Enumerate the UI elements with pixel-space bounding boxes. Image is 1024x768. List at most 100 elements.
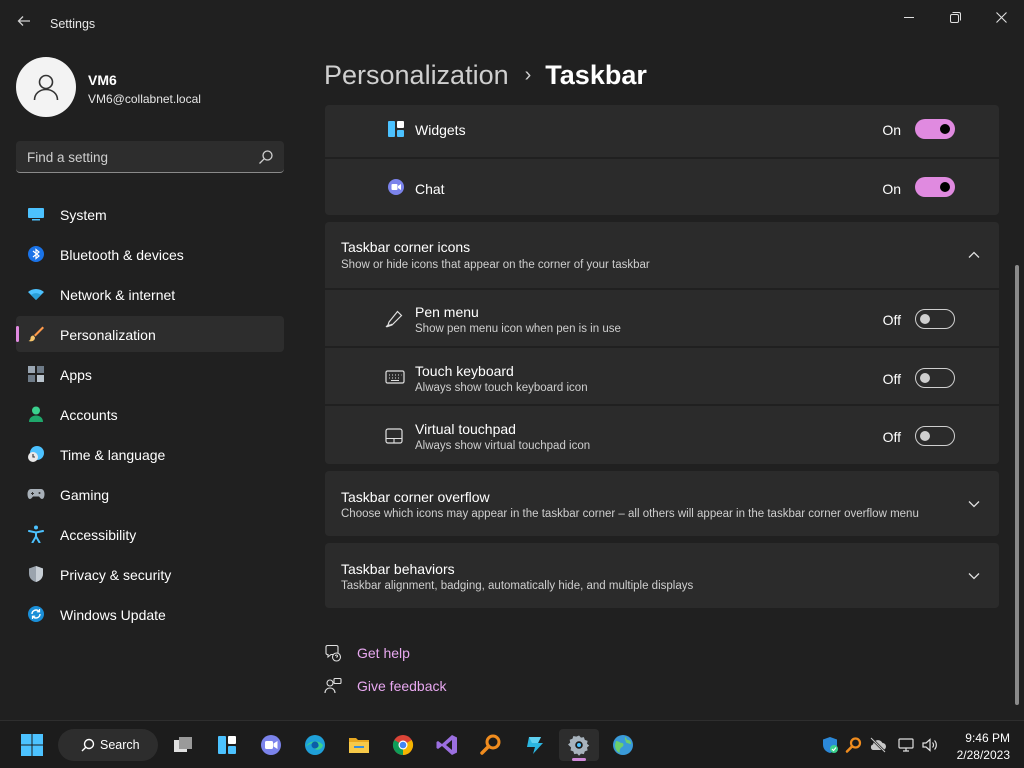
settings-button[interactable] <box>559 729 599 761</box>
chevron-down-icon[interactable] <box>967 497 981 511</box>
touch-keyboard-desc: Always show touch keyboard icon <box>415 382 588 394</box>
close-button[interactable] <box>978 6 1024 28</box>
user-email: VM6@collabnet.local <box>88 92 201 106</box>
restore-button[interactable] <box>932 6 978 28</box>
virtual-touchpad-toggle[interactable] <box>915 426 955 446</box>
get-help-label: Get help <box>357 645 410 661</box>
security-shield-icon[interactable] <box>821 736 839 754</box>
chat-row: Chat On <box>325 159 999 215</box>
sidebar-item-label: System <box>60 207 107 223</box>
taskbar-search-button[interactable]: Search <box>58 729 158 761</box>
avatar[interactable] <box>16 57 76 117</box>
breadcrumb-parent[interactable]: Personalization <box>324 60 509 90</box>
give-feedback-label: Give feedback <box>357 678 447 694</box>
search-tool-tray-icon[interactable] <box>845 736 863 754</box>
keyboard-icon <box>385 370 405 384</box>
brush-icon <box>28 326 44 342</box>
touch-keyboard-toggle[interactable] <box>915 368 955 388</box>
chat-toggle[interactable] <box>915 177 955 197</box>
taskbar-search-label: Search <box>100 738 140 752</box>
visual-studio-button[interactable] <box>427 729 467 761</box>
network-icon[interactable] <box>897 736 915 754</box>
sidebar-item-label: Accounts <box>60 407 118 423</box>
wifi-icon <box>28 288 44 300</box>
globe-app-button[interactable] <box>603 729 643 761</box>
minimize-button[interactable] <box>886 6 932 28</box>
edge-button[interactable] <box>295 729 335 761</box>
azure-data-studio-icon <box>527 737 543 754</box>
corner-icons-header[interactable]: Taskbar corner icons Show or hide icons … <box>325 222 999 288</box>
search-input[interactable]: Find a setting <box>16 141 284 173</box>
widgets-state: On <box>882 122 901 138</box>
search-tool-button[interactable] <box>471 729 511 761</box>
corner-overflow-card[interactable]: Taskbar corner overflow Choose which ico… <box>325 471 999 536</box>
window-title: Settings <box>50 17 96 31</box>
scrollbar[interactable] <box>1015 265 1019 705</box>
pen-icon <box>385 310 403 328</box>
sidebar-item-gaming[interactable]: Gaming <box>16 476 284 512</box>
cloud-offline-icon[interactable] <box>869 736 887 754</box>
sidebar-item-label: Accessibility <box>60 527 137 543</box>
sidebar-item-system[interactable]: System <box>16 196 284 232</box>
sidebar-item-apps[interactable]: Apps <box>16 356 284 392</box>
corner-overflow-title: Taskbar corner overflow <box>341 489 490 505</box>
chat-state: On <box>882 181 901 197</box>
windows-start-icon[interactable] <box>20 733 44 757</box>
task-view-icon <box>174 737 192 752</box>
breadcrumb: Personalization › Taskbar <box>324 58 647 95</box>
sidebar-item-accessibility[interactable]: Accessibility <box>16 516 284 552</box>
close-icon <box>995 11 1007 23</box>
clock-time: 9:46 PM <box>965 731 1010 745</box>
globe-icon <box>613 735 633 755</box>
sidebar-item-windows-update[interactable]: Windows Update <box>16 596 284 632</box>
apps-icon <box>28 366 44 382</box>
search-icon[interactable] <box>258 149 274 165</box>
task-view-button[interactable] <box>163 729 203 761</box>
virtual-touchpad-row: Virtual touchpad Always show virtual tou… <box>325 406 999 464</box>
virtual-touchpad-state: Off <box>882 429 901 445</box>
user-icon <box>33 74 59 101</box>
behaviors-card[interactable]: Taskbar behaviors Taskbar alignment, bad… <box>325 543 999 608</box>
user-name: VM6 <box>88 72 117 88</box>
sidebar-item-personalization[interactable]: Personalization <box>16 316 284 352</box>
restore-icon <box>949 11 961 23</box>
breadcrumb-separator: › <box>524 64 532 86</box>
file-explorer-button[interactable] <box>339 729 379 761</box>
sidebar-item-label: Personalization <box>60 327 156 343</box>
azure-data-studio-button[interactable] <box>515 729 555 761</box>
pen-menu-label: Pen menu <box>415 304 479 320</box>
os-taskbar: Search 9:46 PM 2/28/2023 <box>0 720 1024 768</box>
pen-menu-state: Off <box>882 312 901 328</box>
sidebar-item-label: Privacy & security <box>60 567 172 583</box>
sidebar-item-label: Network & internet <box>60 287 176 303</box>
chat-button[interactable] <box>251 729 291 761</box>
widgets-toggle[interactable] <box>915 119 955 139</box>
volume-icon[interactable] <box>921 736 939 754</box>
chevron-down-icon[interactable] <box>967 569 981 583</box>
search-icon <box>81 738 95 752</box>
chrome-icon <box>392 735 414 756</box>
sidebar-item-time-language[interactable]: Time & language <box>16 436 284 472</box>
corner-icons-subtitle: Show or hide icons that appear on the co… <box>341 259 650 271</box>
widgets-button[interactable] <box>207 729 247 761</box>
sidebar-item-privacy-security[interactable]: Privacy & security <box>16 556 284 592</box>
minimize-icon <box>904 17 914 18</box>
back-arrow-icon[interactable] <box>14 14 34 34</box>
file-explorer-icon <box>349 738 369 753</box>
corner-icons-card: Taskbar corner icons Show or hide icons … <box>325 222 999 464</box>
virtual-touchpad-desc: Always show virtual touchpad icon <box>415 440 591 452</box>
page-title: Taskbar <box>545 60 647 90</box>
sidebar-item-network[interactable]: Network & internet <box>16 276 284 312</box>
search-placeholder: Find a setting <box>27 150 109 165</box>
visual-studio-icon <box>436 735 457 755</box>
pen-menu-toggle[interactable] <box>915 309 955 329</box>
feedback-icon <box>324 677 342 694</box>
chevron-up-icon[interactable] <box>967 248 981 262</box>
chrome-button[interactable] <box>383 729 423 761</box>
chat-icon <box>261 735 281 755</box>
sidebar-item-accounts[interactable]: Accounts <box>16 396 284 432</box>
clock-date: 2/28/2023 <box>956 748 1010 762</box>
corner-overflow-subtitle: Choose which icons may appear in the tas… <box>341 508 919 520</box>
shield-icon <box>29 566 43 582</box>
sidebar-item-bluetooth[interactable]: Bluetooth & devices <box>16 236 284 272</box>
